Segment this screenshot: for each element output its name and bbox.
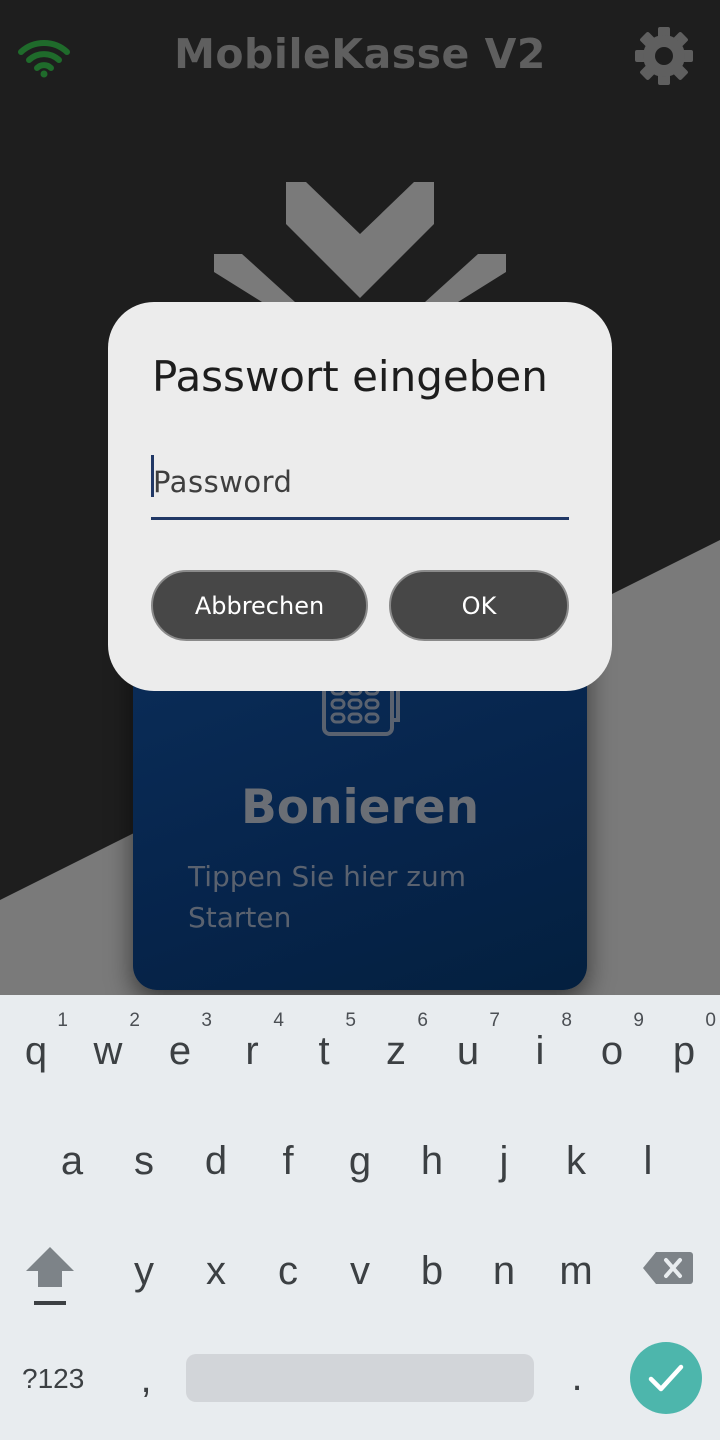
key[interactable]: k bbox=[540, 1141, 612, 1181]
app-title: MobileKasse V2 bbox=[174, 30, 546, 78]
key-letter: n bbox=[492, 1249, 516, 1293]
password-input[interactable] bbox=[151, 454, 569, 510]
key[interactable]: g bbox=[324, 1141, 396, 1181]
key[interactable]: u7 bbox=[432, 1010, 504, 1073]
key[interactable]: m bbox=[540, 1251, 612, 1291]
key[interactable]: q1 bbox=[0, 1010, 72, 1073]
key[interactable]: l bbox=[612, 1141, 684, 1181]
key-number-hint: 4 bbox=[273, 1010, 284, 1031]
key-letter: l bbox=[643, 1139, 653, 1183]
key-letter: v bbox=[350, 1249, 370, 1293]
key-letter: o bbox=[600, 1029, 624, 1073]
key[interactable]: x bbox=[180, 1251, 252, 1291]
comma-key[interactable]: , bbox=[134, 1357, 158, 1402]
key-letter: w bbox=[93, 1029, 123, 1073]
key-number-hint: 6 bbox=[417, 1010, 428, 1031]
key[interactable]: v bbox=[324, 1251, 396, 1291]
cancel-button[interactable]: Abbrechen bbox=[151, 570, 368, 641]
key-letter: p bbox=[672, 1029, 696, 1073]
key-letter: r bbox=[245, 1029, 259, 1073]
key[interactable]: e3 bbox=[144, 1010, 216, 1073]
key-number-hint: 7 bbox=[489, 1010, 500, 1031]
key-number-hint: 5 bbox=[345, 1010, 356, 1031]
key-letter: i bbox=[535, 1029, 545, 1073]
password-field[interactable] bbox=[151, 450, 569, 520]
key-letter: z bbox=[386, 1029, 406, 1073]
key[interactable]: n bbox=[468, 1251, 540, 1291]
password-dialog: Passwort eingeben Abbrechen OK bbox=[108, 302, 612, 691]
key-letter: b bbox=[420, 1249, 444, 1293]
key-letter: t bbox=[318, 1029, 330, 1073]
key[interactable]: d bbox=[180, 1141, 252, 1181]
key[interactable]: f bbox=[252, 1141, 324, 1181]
key-letter: d bbox=[204, 1139, 228, 1183]
key-letter: u bbox=[456, 1029, 480, 1073]
key[interactable]: y bbox=[108, 1251, 180, 1291]
key-number-hint: 2 bbox=[129, 1010, 140, 1031]
key-letter: c bbox=[278, 1249, 298, 1293]
space-key[interactable] bbox=[186, 1354, 534, 1402]
key-number-hint: 3 bbox=[201, 1010, 212, 1031]
key-letter: m bbox=[559, 1249, 593, 1293]
key[interactable]: h bbox=[396, 1141, 468, 1181]
key-letter: a bbox=[60, 1139, 84, 1183]
dialog-title: Passwort eingeben bbox=[152, 352, 548, 401]
key[interactable]: a bbox=[36, 1141, 108, 1181]
soft-keyboard: q1w2e3r4t5z6u7i8o9p0asdfghjklyxcvbnm ?12… bbox=[0, 995, 720, 1440]
key-letter: h bbox=[420, 1139, 444, 1183]
key-number-hint: 9 bbox=[633, 1010, 644, 1031]
key[interactable]: b bbox=[396, 1251, 468, 1291]
symbols-key[interactable]: ?123 bbox=[22, 1363, 84, 1395]
top-bar: MobileKasse V2 bbox=[0, 0, 720, 115]
key-number-hint: 0 bbox=[705, 1010, 716, 1031]
key[interactable]: s bbox=[108, 1141, 180, 1181]
card-title: Bonieren bbox=[240, 780, 480, 835]
key[interactable]: o9 bbox=[576, 1010, 648, 1073]
enter-key[interactable] bbox=[630, 1342, 702, 1414]
key-number-hint: 8 bbox=[561, 1010, 572, 1031]
key[interactable]: z6 bbox=[360, 1010, 432, 1073]
key-letter: j bbox=[499, 1139, 509, 1183]
checkmark-icon bbox=[648, 1364, 684, 1392]
key[interactable]: c bbox=[252, 1251, 324, 1291]
gear-icon[interactable] bbox=[634, 26, 694, 86]
key-letter: x bbox=[206, 1249, 226, 1293]
key[interactable]: j bbox=[468, 1141, 540, 1181]
key-letter: q bbox=[24, 1029, 48, 1073]
key[interactable]: w2 bbox=[72, 1010, 144, 1073]
key-letter: e bbox=[168, 1029, 192, 1073]
key[interactable]: t5 bbox=[288, 1010, 360, 1073]
key-letter: s bbox=[134, 1139, 154, 1183]
key-letter: f bbox=[282, 1139, 294, 1183]
text-caret bbox=[151, 455, 154, 497]
key-number-hint: 1 bbox=[57, 1010, 68, 1031]
key-letter: k bbox=[566, 1139, 586, 1183]
key-letter: y bbox=[134, 1249, 154, 1293]
period-key[interactable]: . bbox=[565, 1355, 589, 1400]
key-letter: g bbox=[348, 1139, 372, 1183]
backspace-icon[interactable] bbox=[642, 1250, 694, 1286]
chevron-logo bbox=[214, 182, 506, 312]
key[interactable]: i8 bbox=[504, 1010, 576, 1073]
ok-button[interactable]: OK bbox=[389, 570, 569, 641]
shift-icon[interactable] bbox=[24, 1245, 76, 1307]
key[interactable]: r4 bbox=[216, 1010, 288, 1073]
card-subtitle: Tippen Sie hier zum Starten bbox=[188, 860, 467, 934]
key[interactable]: p0 bbox=[648, 1010, 720, 1073]
